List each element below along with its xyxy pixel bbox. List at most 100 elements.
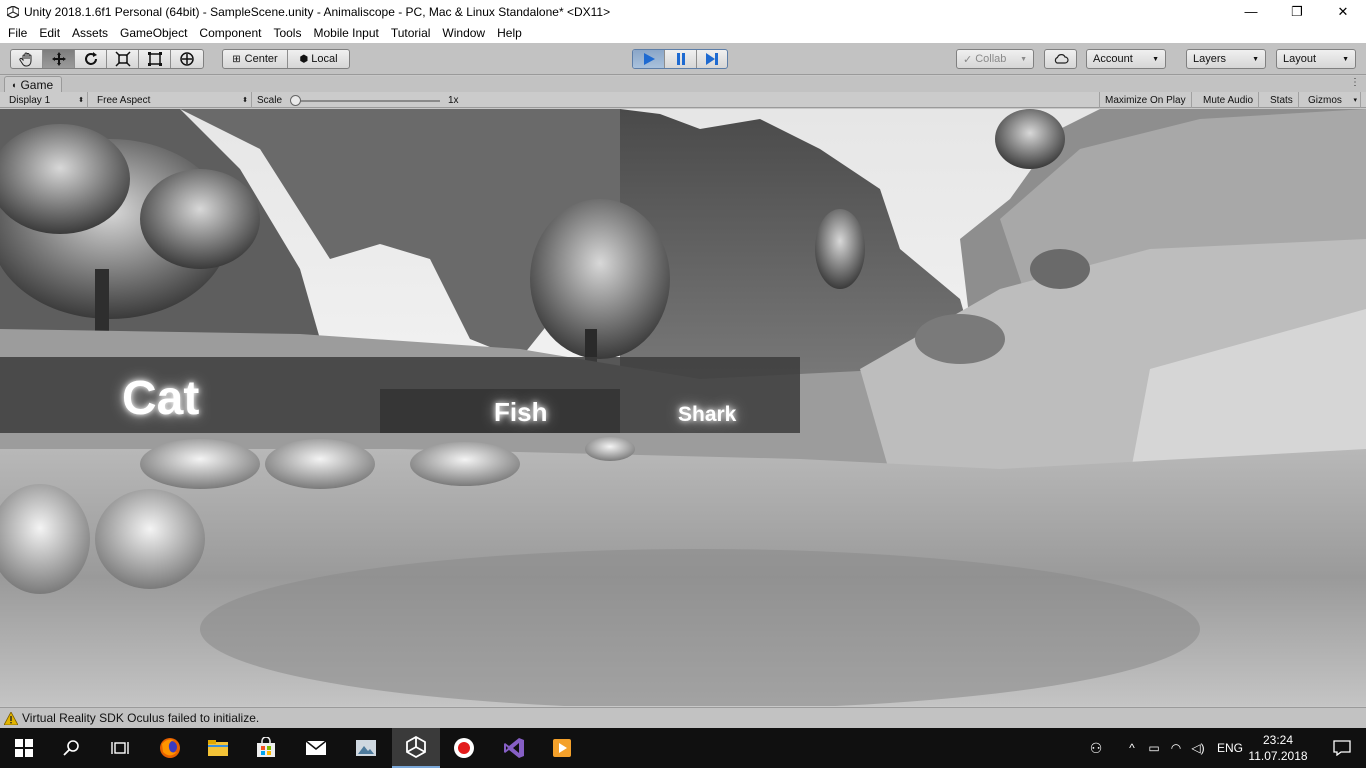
unity-logo-icon [6,5,20,19]
record-icon [454,738,474,758]
close-button[interactable]: ✕ [1320,0,1366,23]
caret-down-icon: ▼ [1342,55,1349,63]
transform-tool-icon[interactable] [171,50,203,68]
scale-label: Scale [257,94,283,106]
caret-down-icon: ▼ [1020,55,1027,63]
unity-logo-icon [406,736,426,758]
maximize-on-play-toggle[interactable]: Maximize On Play [1099,92,1192,108]
panel-menu-icon[interactable]: ⋮ [1350,77,1360,88]
store-icon [257,737,275,757]
recorder-app[interactable] [440,728,488,768]
layout-label: Layout [1283,53,1317,65]
caret-down-icon: ▾ [1353,97,1357,104]
photos-app[interactable] [342,728,390,768]
aspect-label: Free Aspect [97,94,151,106]
pivot-mode-icon: ⊞ [232,53,241,65]
pause-icon [676,53,685,65]
check-icon: ✓ [963,53,973,66]
step-icon [706,53,718,65]
media-player-app[interactable] [538,728,586,768]
maximize-button[interactable]: ❐ [1274,0,1320,23]
transform-tools [10,49,204,69]
scale-slider-thumb[interactable] [290,95,301,106]
menu-mobile-input[interactable]: Mobile Input [307,23,384,43]
step-button[interactable] [697,50,727,68]
tab-game[interactable]: ◖ Game [4,76,63,92]
pivot-mode-button[interactable]: ⊞ Center [223,50,288,68]
visual-studio-app[interactable] [490,728,538,768]
folder-icon [208,740,228,756]
layers-label: Layers [1193,53,1227,65]
scale-tool-icon[interactable] [107,50,139,68]
pause-button[interactable] [665,50,697,68]
mail-icon [305,740,327,755]
hand-tool-icon[interactable] [11,50,43,68]
file-explorer-app[interactable] [194,728,242,768]
menu-edit[interactable]: Edit [33,23,66,43]
pivot-rotation-button[interactable]: ⬢ Local [288,50,349,68]
menu-file[interactable]: File [0,23,33,43]
menu-help[interactable]: Help [491,23,528,43]
windows-logo-icon [15,739,33,757]
account-dropdown[interactable]: Account ▼ [1086,49,1166,69]
task-view-button[interactable] [96,728,144,768]
menu-tutorial[interactable]: Tutorial [385,23,437,43]
aspect-dropdown[interactable]: Free Aspect ⬍ [92,92,252,108]
collab-dropdown[interactable]: ✓ Collab ▼ [956,49,1034,69]
pacman-icon: ◖ [11,79,17,90]
search-button[interactable] [48,728,96,768]
word-cat: Cat [122,372,200,425]
cloud-button[interactable] [1044,49,1077,69]
move-tool-icon[interactable] [43,50,75,68]
gizmos-dropdown[interactable]: Gizmos ▾ [1303,92,1361,108]
scale-value: 1x [448,94,459,106]
play-icon [643,53,655,65]
minimize-button[interactable]: — [1228,0,1274,23]
photo-icon [356,740,376,756]
menu-window[interactable]: Window [436,23,491,43]
scale-slider-track[interactable] [296,100,440,102]
display-dropdown[interactable]: Display 1 ⬍ [4,92,88,108]
windows-taskbar: ⚇ ^ ▭ ◠ ◁) ENG 23:24 11.07.2018 [0,728,1366,768]
people-icon[interactable]: ⚇ [1083,740,1109,757]
task-view-icon [111,742,129,754]
wifi-icon[interactable]: ◠ [1165,741,1187,755]
volume-icon[interactable]: ◁) [1187,741,1209,755]
updown-arrows-icon: ⬍ [242,97,248,104]
display-label: Display 1 [9,94,51,106]
warning-icon [4,711,18,725]
chevron-up-icon[interactable]: ^ [1121,741,1143,755]
mute-audio-toggle[interactable]: Mute Audio [1198,92,1260,108]
notification-icon [1333,740,1351,756]
play-button[interactable] [633,50,665,68]
visual-studio-icon [504,738,524,758]
word-fish: Fish [494,397,548,427]
pivot-rotation-label: Local [311,53,338,65]
updown-arrows-icon: ⬍ [78,97,84,104]
menu-tools[interactable]: Tools [267,23,307,43]
firefox-app[interactable] [146,728,194,768]
game-viewport[interactable]: Cat Fish Shark [0,109,1366,706]
menu-assets[interactable]: Assets [66,23,114,43]
tab-game-label: Game [20,77,54,92]
rect-tool-icon[interactable] [139,50,171,68]
start-button[interactable] [0,728,48,768]
mail-app[interactable] [292,728,340,768]
clock-time: 23:24 [1262,733,1294,747]
clock[interactable]: 23:24 11.07.2018 [1248,732,1308,764]
action-center-button[interactable] [1318,728,1366,768]
pivot-mode-label: Center [244,53,278,65]
store-app[interactable] [242,728,290,768]
menu-gameobject[interactable]: GameObject [114,23,193,43]
menu-bar: File Edit Assets GameObject Component To… [0,23,1366,43]
battery-icon[interactable]: ▭ [1143,741,1165,755]
unity-app[interactable] [392,728,440,768]
language-indicator[interactable]: ENG [1217,741,1243,755]
rotate-tool-icon[interactable] [75,50,107,68]
status-bar[interactable]: Virtual Reality SDK Oculus failed to ini… [0,707,1366,728]
layout-dropdown[interactable]: Layout ▼ [1276,49,1356,69]
menu-component[interactable]: Component [193,23,267,43]
layers-dropdown[interactable]: Layers ▼ [1186,49,1266,69]
system-tray: ⚇ ^ ▭ ◠ ◁) ENG [1083,728,1243,768]
stats-toggle[interactable]: Stats [1265,92,1299,108]
